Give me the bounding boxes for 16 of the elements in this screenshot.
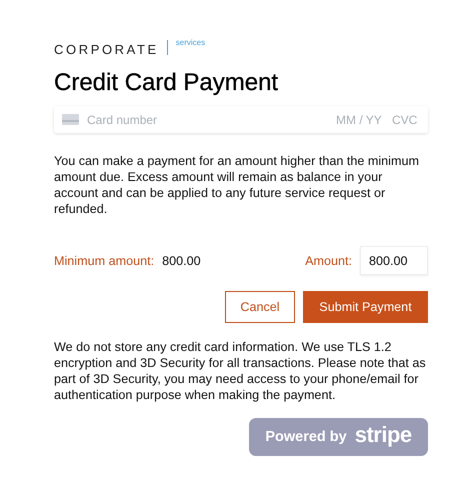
submit-payment-button[interactable]: Submit Payment — [303, 291, 428, 323]
credit-card-icon — [62, 114, 79, 125]
page-title: Credit Card Payment — [54, 69, 280, 97]
security-paragraph: We do not store any credit card information. We use TLS 1.2 encryption and 3D Security for all transactions. Please note that as part of 3D Security, you may need access to your phone/email for authentication purpose when making the payment. — [54, 339, 427, 403]
expiry-date-field[interactable]: MM / YY — [336, 112, 384, 126]
amount-field[interactable]: 800.00 — [360, 246, 428, 275]
amount-label: Amount: — [305, 254, 352, 268]
minimum-amount-label: Minimum amount: — [54, 254, 154, 268]
info-paragraph: You can make a payment for an amount higher than the minimum amount due. Excess amount will remain as balance in your account and can be applied to any future service request or refunded. — [54, 153, 420, 217]
cvc-field[interactable]: CVC — [392, 112, 420, 126]
logo-tagline: services — [176, 38, 206, 47]
card-number-field[interactable]: Card number — [87, 112, 328, 126]
minimum-amount-value: 800.00 — [162, 254, 201, 268]
cancel-button[interactable]: Cancel — [225, 291, 295, 323]
logo-text: CORPORATE — [54, 42, 159, 57]
powered-by-stripe-badge[interactable]: Powered by stripe — [249, 418, 428, 456]
